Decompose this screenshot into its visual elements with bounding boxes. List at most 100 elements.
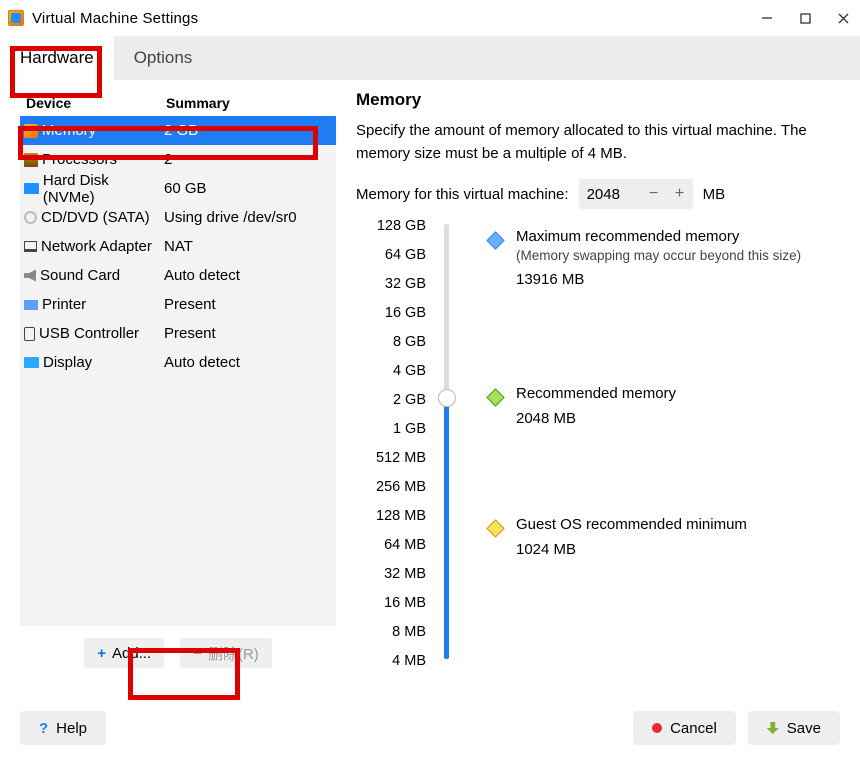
memory-tick: 512 MB	[356, 444, 426, 472]
device-summary: 60 GB	[164, 180, 336, 197]
marker-max-icon	[486, 232, 504, 250]
device-name: Sound Card	[40, 267, 120, 284]
marker-rec-value: 2048 MB	[516, 410, 836, 427]
device-icon	[24, 357, 39, 368]
device-name: Memory	[42, 122, 96, 139]
cancel-label: Cancel	[670, 720, 717, 737]
device-summary: 2	[164, 151, 336, 168]
marker-max-note: (Memory swapping may occur beyond this s…	[516, 248, 836, 263]
memory-tick: 4 GB	[356, 357, 426, 385]
device-header-col1: Device	[26, 95, 166, 111]
marker-guest-icon	[486, 519, 504, 537]
cancel-button[interactable]: Cancel	[633, 711, 736, 745]
device-summary: 2 GB	[164, 122, 336, 139]
marker-max-title: Maximum recommended memory	[516, 228, 739, 245]
memory-tick: 64 GB	[356, 241, 426, 269]
device-icon	[24, 183, 39, 194]
device-icon	[24, 270, 36, 282]
device-name: Network Adapter	[41, 238, 152, 255]
device-icon	[24, 124, 38, 138]
marker-guest-title: Guest OS recommended minimum	[516, 516, 747, 533]
device-header-col2: Summary	[166, 95, 336, 111]
marker-rec-icon	[486, 388, 504, 406]
device-row-processors[interactable]: Processors2	[20, 145, 336, 174]
marker-rec: Recommended memory 2048 MB	[516, 385, 836, 427]
app-icon	[8, 10, 24, 26]
memory-tick: 1 GB	[356, 415, 426, 443]
tab-options[interactable]: Options	[114, 36, 213, 80]
memory-title: Memory	[356, 90, 840, 110]
device-row-printer[interactable]: Printer Present	[20, 290, 336, 319]
device-icon	[24, 211, 37, 224]
memory-tick: 8 MB	[356, 618, 426, 646]
marker-rec-title: Recommended memory	[516, 385, 676, 402]
marker-guest-value: 1024 MB	[516, 541, 836, 558]
plus-icon: +	[97, 645, 106, 662]
memory-label: Memory for this virtual machine:	[356, 186, 569, 203]
save-label: Save	[787, 720, 821, 737]
tab-hardware[interactable]: Hardware	[0, 36, 114, 80]
memory-tick: 8 GB	[356, 328, 426, 356]
device-summary: Present	[164, 325, 336, 342]
device-icon	[24, 241, 37, 252]
device-list: Memory 2 GB Processors2Hard Disk (NVMe)60 …	[20, 116, 336, 626]
help-button[interactable]: ? Help	[20, 711, 106, 745]
memory-unit: MB	[703, 186, 726, 203]
memory-slider-fill	[444, 398, 449, 659]
device-summary: Using drive /dev/sr0	[164, 209, 336, 226]
marker-guest: Guest OS recommended minimum 1024 MB	[516, 516, 836, 558]
device-row-memory[interactable]: Memory 2 GB	[20, 116, 336, 145]
memory-increment[interactable]: +	[667, 179, 693, 209]
memory-tick: 4 MB	[356, 647, 426, 675]
memory-decrement[interactable]: −	[641, 179, 667, 209]
device-summary: Present	[164, 296, 336, 313]
device-row-usb-controller[interactable]: USB Controller Present	[20, 319, 336, 348]
memory-tick: 32 GB	[356, 270, 426, 298]
memory-tick: 2 GB	[356, 386, 426, 414]
device-name: Printer	[42, 296, 86, 313]
device-header: Device Summary	[20, 90, 336, 116]
close-button[interactable]	[834, 9, 852, 27]
device-panel: Device Summary Memory 2 GB Processors2Hard…	[20, 90, 336, 680]
tabstrip: Hardware Options	[0, 36, 860, 80]
minimize-button[interactable]	[758, 9, 776, 27]
marker-max: Maximum recommended memory (Memory swapp…	[516, 228, 836, 288]
memory-spinner[interactable]: − +	[579, 179, 693, 209]
memory-tick: 16 GB	[356, 299, 426, 327]
save-icon	[767, 722, 779, 734]
device-icon	[24, 300, 38, 310]
device-row-hard-disk-nvme-[interactable]: Hard Disk (NVMe)60 GB	[20, 174, 336, 203]
memory-tick: 256 MB	[356, 473, 426, 501]
device-row-cd-dvd-sata-[interactable]: CD/DVD (SATA)Using drive /dev/sr0	[20, 203, 336, 232]
device-summary: NAT	[164, 238, 336, 255]
remove-device-button: − 删除(R)	[180, 638, 272, 668]
add-device-button[interactable]: + Add...	[84, 638, 164, 668]
device-name: Display	[43, 354, 92, 371]
remove-label: 删除(R)	[208, 643, 259, 664]
help-icon: ?	[39, 720, 48, 737]
device-row-display[interactable]: Display Auto detect	[20, 348, 336, 377]
memory-tick: 128 GB	[356, 212, 426, 240]
memory-tick: 64 MB	[356, 531, 426, 559]
memory-tick: 128 MB	[356, 502, 426, 530]
marker-max-value: 13916 MB	[516, 271, 836, 288]
window-title: Virtual Machine Settings	[32, 10, 198, 27]
memory-desc: Specify the amount of memory allocated t…	[356, 120, 840, 165]
memory-panel: Memory Specify the amount of memory allo…	[356, 90, 840, 680]
save-button[interactable]: Save	[748, 711, 840, 745]
device-icon	[24, 327, 35, 341]
device-summary: Auto detect	[164, 354, 336, 371]
memory-tick: 16 MB	[356, 589, 426, 617]
device-row-network-adapter[interactable]: Network Adapter NAT	[20, 232, 336, 261]
device-summary: Auto detect	[164, 267, 336, 284]
maximize-button[interactable]	[796, 9, 814, 27]
device-name: USB Controller	[39, 325, 139, 342]
footer: ? Help Cancel Save	[0, 711, 860, 745]
memory-input[interactable]	[579, 186, 641, 203]
device-row-sound-card[interactable]: Sound Card Auto detect	[20, 261, 336, 290]
device-icon	[24, 153, 38, 167]
memory-slider-thumb[interactable]	[438, 389, 456, 407]
minus-icon: −	[193, 645, 202, 662]
window-titlebar: Virtual Machine Settings	[0, 0, 860, 36]
device-name: Hard Disk (NVMe)	[43, 172, 164, 206]
